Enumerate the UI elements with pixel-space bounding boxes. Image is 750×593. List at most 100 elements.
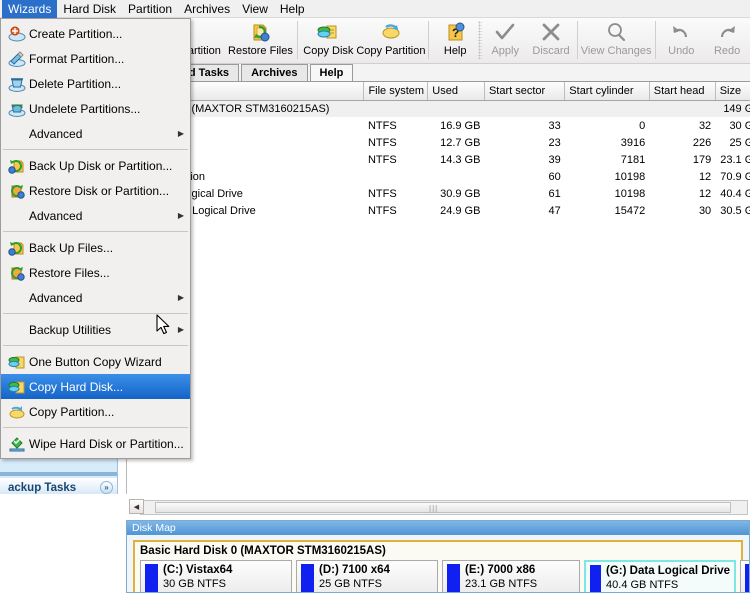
wipe-disk-icon (5, 434, 29, 454)
menu-view[interactable]: View (236, 0, 274, 18)
column-header-start-head[interactable]: Start head (649, 82, 716, 101)
spacer-icon (5, 320, 29, 340)
menu-separator (3, 427, 188, 428)
menu-item-create-partition[interactable]: Create Partition... (1, 21, 190, 46)
menu-archives[interactable]: Archives (178, 0, 236, 18)
scrollbar-grip-icon: ||| (429, 504, 439, 513)
menu-item-copy-hard-disk[interactable]: Copy Hard Disk... (1, 374, 190, 399)
toolbar-label: Restore Files (228, 45, 293, 57)
cell-size: 23.1 GB (720, 153, 750, 166)
toolbar-button-undo[interactable]: Undo (658, 18, 704, 62)
menu-item-label: Copy Partition... (29, 404, 115, 419)
discard-x-icon (540, 21, 562, 43)
chevron-up-icon[interactable]: » (100, 481, 113, 494)
partition-name: (C:) Vistax64 (163, 564, 233, 576)
column-header-file-system[interactable]: File system (363, 82, 429, 101)
menu-partition[interactable]: Partition (122, 0, 178, 18)
toolbar-button-restore-files[interactable]: Restore Files (227, 18, 293, 62)
scrollbar-thumb[interactable] (155, 502, 731, 513)
tab-archives[interactable]: Archives (241, 64, 308, 81)
disk-map-partition-d[interactable]: (D:) 7100 x64 25 GB NTFS (296, 560, 438, 592)
disk-map-partition-e[interactable]: (E:) 7000 x86 23.1 GB NTFS (442, 560, 580, 592)
partition-usage-bar (145, 564, 158, 592)
toolbar-label: Apply (491, 45, 519, 57)
menu-item-wipe-hard-disk-or-partition[interactable]: Wipe Hard Disk or Partition... (1, 431, 190, 456)
menu-item-label: One Button Copy Wizard (29, 354, 162, 369)
menu-item-back-up-disk-or-partition[interactable]: Back Up Disk or Partition... (1, 153, 190, 178)
menu-item-back-up-files[interactable]: Back Up Files... (1, 235, 190, 260)
toolbar-button-copy-disk[interactable]: Copy Disk (300, 18, 356, 62)
cell-start-head: 226 (692, 136, 712, 149)
table-row[interactable]: 7100 x64 NTFS 12.7 GB 23 3916 226 25 GB … (127, 134, 750, 151)
horizontal-scrollbar[interactable]: ◀ ||| (129, 499, 748, 515)
cell-start-head: 12 (698, 187, 712, 200)
toolbar-button-copy-partition[interactable]: Copy Partition (356, 18, 425, 62)
scroll-left-arrow-icon[interactable]: ◀ (129, 499, 144, 514)
help-icon: ? (444, 21, 466, 43)
toolbar-separator-3 (576, 21, 578, 59)
menu-item-delete-partition[interactable]: Delete Partition... (1, 71, 190, 96)
menu-item-advanced-backup[interactable]: Advanced ▶ (1, 203, 190, 228)
column-header-start-sector[interactable]: Start sector (484, 82, 566, 101)
cell-start-cylinder (564, 100, 650, 117)
partition-usage-bar (301, 564, 314, 592)
disk-map-disk[interactable]: Basic Hard Disk 0 (MAXTOR STM3160215AS) … (133, 540, 749, 592)
table-row[interactable]: (H:) Backup Logical Drive NTFS 24.9 GB 4… (127, 202, 750, 219)
toolbar-button-help[interactable]: ? Help (432, 18, 478, 62)
menu-separator (3, 313, 188, 314)
disk-map-partition-list: (C:) Vistax64 30 GB NTFS (D:) 7100 x64 2… (140, 560, 749, 592)
menu-item-advanced-files[interactable]: Advanced ▶ (1, 285, 190, 310)
menu-item-label: Advanced (29, 290, 83, 305)
table-header-row: File system Used Start sector Start cyli… (127, 82, 750, 101)
column-header-used[interactable]: Used (427, 82, 485, 101)
table-row-disk[interactable]: Hard Disk 0 (MAXTOR STM3160215AS) 149 GB (127, 100, 750, 117)
menu-item-label: Restore Files... (29, 265, 110, 280)
cell-start-sector: 33 (548, 119, 561, 132)
menu-item-restore-disk-or-partition[interactable]: Restore Disk or Partition... (1, 178, 190, 203)
disk-map-partition-h[interactable]: ( (740, 560, 749, 592)
toolbar-button-redo[interactable]: Redo (704, 18, 750, 62)
cell-used: 16.9 GB (440, 119, 481, 132)
cell-start-cylinder: 3916 (620, 136, 646, 149)
sidebar-panel-header-backup-tasks-2[interactable]: ackup Tasks » (0, 478, 117, 494)
menu-item-format-partition[interactable]: Format Partition... (1, 46, 190, 71)
menu-item-undelete-partitions[interactable]: Undelete Partitions... (1, 96, 190, 121)
menu-item-label: Back Up Files... (29, 240, 114, 255)
tab-label: Help (319, 67, 344, 79)
menu-help[interactable]: Help (274, 0, 311, 18)
copy-disk-icon (5, 377, 29, 397)
menu-wizards[interactable]: Wizards (2, 0, 58, 18)
sidebar-panel-title: ackup Tasks (8, 481, 77, 494)
cell-size: 30 GB (729, 119, 750, 132)
partition-name: (G:) Data Logical Drive (606, 565, 730, 577)
toolbar-button-discard[interactable]: Discard (528, 18, 574, 62)
menu-item-label: Back Up Disk or Partition... (29, 158, 173, 173)
cell-start-sector: 39 (548, 153, 561, 166)
cell-size: 70.9 GB (720, 170, 750, 183)
menu-item-backup-utilities[interactable]: Backup Utilities ▶ (1, 317, 190, 342)
toolbar-button-apply[interactable]: Apply (482, 18, 528, 62)
disk-map-partition-g[interactable]: (G:) Data Logical Drive 40.4 GB NTFS (584, 560, 736, 592)
menu-label: Partition (128, 1, 173, 16)
table-row[interactable]: 7000 x86 NTFS 14.3 GB 39 7181 179 23.1 G… (127, 151, 750, 168)
toolbar-label: View Changes (580, 45, 652, 57)
menu-item-advanced-partition[interactable]: Advanced ▶ (1, 121, 190, 146)
menu-hard-disk[interactable]: Hard Disk (57, 0, 122, 18)
table-row[interactable]: (G:) Data Logical Drive NTFS 30.9 GB 61 … (127, 185, 750, 202)
sidebar-divider (0, 472, 117, 476)
partition-name: (D:) 7100 x64 (319, 564, 390, 576)
restore-files-icon (249, 21, 271, 43)
menu-item-one-button-copy-wizard[interactable]: One Button Copy Wizard (1, 349, 190, 374)
menu-item-copy-partition[interactable]: Copy Partition... (1, 399, 190, 424)
toolbar-button-view-changes[interactable]: View Changes (581, 18, 652, 62)
table-row[interactable]: Vistax64 NTFS 16.9 GB 33 0 32 30 GB Vist… (127, 117, 750, 134)
tab-help[interactable]: Help (309, 64, 354, 81)
undo-arrow-icon (670, 21, 692, 43)
table-row[interactable]: ended Partition 60 10198 12 70.9 GB [No (127, 168, 750, 185)
column-header-size[interactable]: Size (715, 82, 750, 101)
disk-map-partition-c[interactable]: (C:) Vistax64 30 GB NTFS (140, 560, 292, 592)
column-header-start-cylinder[interactable]: Start cylinder (564, 82, 650, 101)
cell-used (427, 100, 485, 117)
cell-start-cylinder: 7181 (620, 153, 646, 166)
menu-item-restore-files[interactable]: Restore Files... (1, 260, 190, 285)
